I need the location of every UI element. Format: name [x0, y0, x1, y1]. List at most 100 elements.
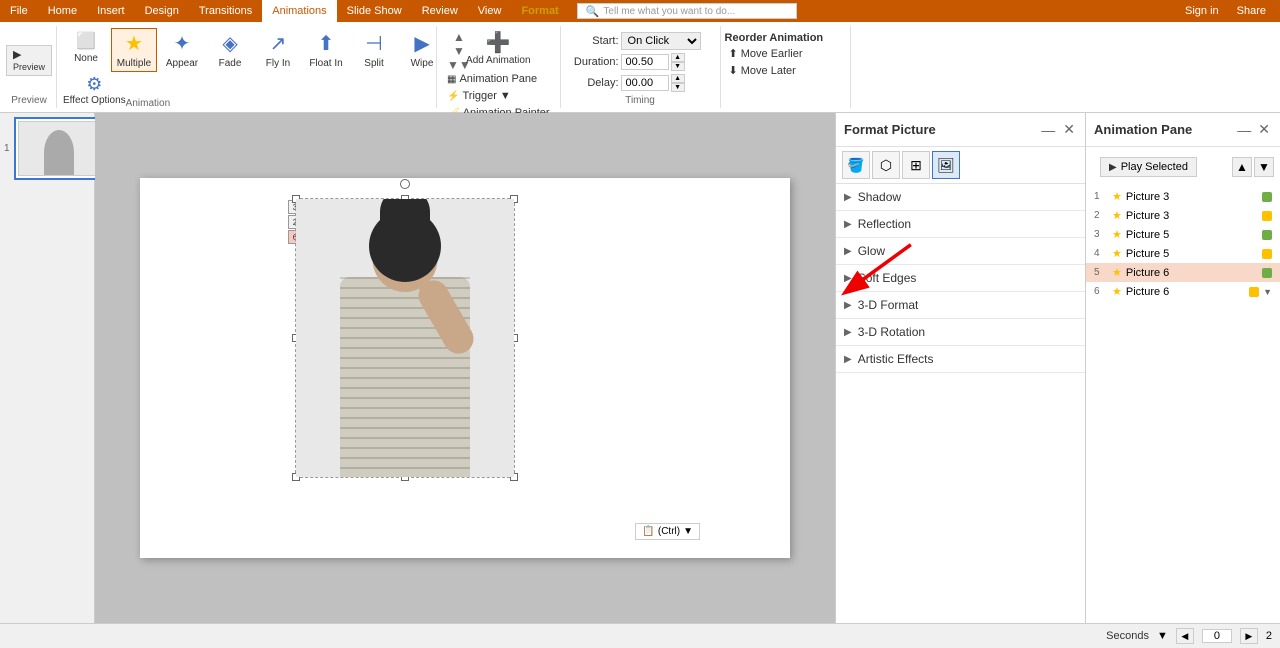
bottom-bar: Seconds ▼ ◀ 0 ▶ 2 — [0, 623, 1280, 648]
anim-dot-6 — [1249, 287, 1259, 297]
slide-content: 3 2 5 6 — [140, 178, 790, 558]
preview-btn[interactable]: ▶Preview — [6, 45, 52, 76]
anim-multiple[interactable]: ★ Multiple — [111, 28, 157, 72]
format-tab-picture[interactable]: 🖼 — [932, 151, 960, 179]
anim-fade-label: Fade — [219, 58, 242, 69]
ctrl-paste-btn[interactable]: 📋 (Ctrl) ▼ — [635, 523, 700, 540]
section-3d-format-header[interactable]: ▶ 3-D Format — [836, 292, 1085, 318]
anim-none[interactable]: ⬜ None — [63, 28, 109, 67]
section-3d-rotation-header[interactable]: ▶ 3-D Rotation — [836, 319, 1085, 345]
section-shadow: ▶ Shadow — [836, 184, 1085, 211]
section-reflection-header[interactable]: ▶ Reflection — [836, 211, 1085, 237]
start-select[interactable]: On Click — [621, 32, 701, 50]
anim-move-up-btn[interactable]: ▲ — [1232, 157, 1252, 177]
anim-item-4[interactable]: 4 ★ Picture 5 — [1086, 244, 1280, 263]
tab-view[interactable]: View — [468, 0, 512, 22]
move-earlier-btn[interactable]: ⬆ Move Earlier — [725, 46, 846, 61]
format-tab-layout[interactable]: ⊞ — [902, 151, 930, 179]
reflection-expand-icon: ▶ — [844, 219, 852, 230]
share-btn[interactable]: Share — [1227, 3, 1276, 19]
effect-options-btn[interactable]: ⚙ Effect Options — [63, 74, 126, 107]
anim-dot-3 — [1262, 230, 1272, 240]
selected-image[interactable] — [295, 198, 515, 478]
animation-pane-btn[interactable]: ▦ Animation Pane — [443, 71, 554, 87]
format-panel-title: Format Picture — [844, 122, 936, 137]
seconds-dropdown-icon[interactable]: ▼ — [1157, 630, 1168, 642]
trigger-btn[interactable]: ⚡ Trigger ▼ — [443, 88, 554, 104]
section-artistic-effects-header[interactable]: ▶ Artistic Effects — [836, 346, 1085, 372]
tab-format[interactable]: Format — [511, 0, 568, 22]
tab-transitions[interactable]: Transitions — [189, 0, 262, 22]
tab-insert[interactable]: Insert — [87, 0, 135, 22]
slide-thumbnail[interactable] — [14, 117, 102, 180]
anim-item-5[interactable]: 5 ★ Picture 6 — [1086, 263, 1280, 282]
anim-pane-close[interactable]: ✕ — [1256, 119, 1272, 140]
format-panel-close[interactable]: ✕ — [1061, 119, 1077, 140]
seconds-label: Seconds — [1106, 630, 1149, 642]
anim-appear[interactable]: ✦ Appear — [159, 28, 205, 72]
section-reflection: ▶ Reflection — [836, 211, 1085, 238]
anim-name-6: Picture 6 — [1126, 286, 1243, 298]
anim-none-label: None — [74, 53, 98, 64]
tab-animations[interactable]: Animations — [262, 0, 336, 22]
time-start-input[interactable]: 0 — [1202, 629, 1232, 643]
anim-pane-collapse[interactable]: — — [1235, 120, 1253, 140]
section-3d-rotation: ▶ 3-D Rotation — [836, 319, 1085, 346]
shadow-expand-icon: ▶ — [844, 192, 852, 203]
duration-input[interactable]: 00.50 — [621, 54, 669, 70]
anim-item-1[interactable]: 1 ★ Picture 3 — [1086, 187, 1280, 206]
sign-in-btn[interactable]: Sign in — [1177, 5, 1227, 17]
format-sections-list: ▶ Shadow ▶ Reflection ▶ Glow ▶ Sof — [836, 184, 1085, 623]
tab-file[interactable]: File — [0, 0, 38, 22]
ribbon-tab-bar: File Home Insert Design Transitions Anim… — [0, 0, 1280, 22]
slide-preview — [18, 121, 98, 176]
delay-input[interactable]: 00.00 — [621, 75, 669, 91]
section-3d-format: ▶ 3-D Format — [836, 292, 1085, 319]
rotate-handle[interactable] — [400, 179, 410, 189]
time-prev-btn[interactable]: ◀ — [1176, 628, 1194, 644]
section-shadow-header[interactable]: ▶ Shadow — [836, 184, 1085, 210]
add-animation-btn[interactable]: ➕ — [486, 30, 511, 55]
format-panel-header: Format Picture — ✕ — [836, 113, 1085, 147]
tab-review[interactable]: Review — [412, 0, 468, 22]
format-icon-tabs: 🪣 ⬡ ⊞ 🖼 — [836, 147, 1085, 184]
anim-pane-toolbar: ▶ Play Selected ▲ ▼ — [1086, 147, 1280, 187]
delay-up[interactable]: ▲ — [671, 74, 685, 83]
anim-float-in[interactable]: ⬆ Float In — [303, 28, 349, 72]
anim-move-down-btn[interactable]: ▼ — [1254, 157, 1274, 177]
move-later-icon: ⬇ — [729, 64, 738, 77]
ctrl-label: (Ctrl) — [658, 526, 680, 537]
anim-fade[interactable]: ◈ Fade — [207, 28, 253, 72]
preview-label: Preview — [11, 93, 47, 106]
anim-item-2[interactable]: 2 ★ Picture 3 — [1086, 206, 1280, 225]
move-later-btn[interactable]: ⬇ Move Later — [725, 63, 846, 78]
anim-item-6[interactable]: 6 ★ Picture 6 ▼ — [1086, 282, 1280, 301]
format-tab-fill[interactable]: 🪣 — [842, 151, 870, 179]
anim-split[interactable]: ⊣ Split — [351, 28, 397, 72]
section-soft-edges-header[interactable]: ▶ Soft Edges — [836, 265, 1085, 291]
format-picture-panel: Format Picture — ✕ 🪣 ⬡ ⊞ 🖼 ▶ Shadow — [835, 113, 1085, 623]
section-glow-header[interactable]: ▶ Glow — [836, 238, 1085, 264]
reorder-title: Reorder Animation — [725, 32, 846, 44]
timing-group: Start: On Click Duration: 00.50 ▲ ▼ Dela… — [561, 26, 721, 108]
tab-design[interactable]: Design — [135, 0, 189, 22]
anim-dropdown-6[interactable]: ▼ — [1263, 287, 1272, 297]
anim-name-2: Picture 3 — [1126, 210, 1256, 222]
tab-home[interactable]: Home — [38, 0, 87, 22]
anim-wipe-label: Wipe — [411, 58, 434, 69]
play-selected-btn[interactable]: ▶ Play Selected — [1100, 157, 1197, 177]
time-next-btn[interactable]: ▶ — [1240, 628, 1258, 644]
anim-name-5: Picture 6 — [1126, 267, 1256, 279]
tab-slideshow[interactable]: Slide Show — [337, 0, 412, 22]
glow-expand-icon: ▶ — [844, 246, 852, 257]
duration-down[interactable]: ▼ — [671, 62, 685, 71]
animation-pane-header: Animation Pane — ✕ — [1086, 113, 1280, 147]
format-panel-collapse[interactable]: — — [1039, 120, 1057, 140]
person-silhouette — [44, 130, 74, 175]
duration-up[interactable]: ▲ — [671, 53, 685, 62]
anim-item-3[interactable]: 3 ★ Picture 5 — [1086, 225, 1280, 244]
anim-fly-in[interactable]: ↗ Fly In — [255, 28, 301, 72]
format-tab-effects[interactable]: ⬡ — [872, 151, 900, 179]
delay-down[interactable]: ▼ — [671, 83, 685, 92]
ribbon-content: ▶Preview Preview ⬜ None ★ Multiple ✦ App… — [0, 22, 1280, 112]
